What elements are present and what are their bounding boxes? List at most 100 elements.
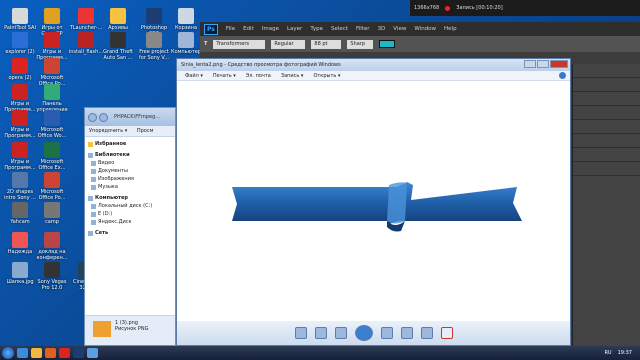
font-size-select[interactable]: 88 pt	[311, 39, 342, 49]
ps-menu-item[interactable]: Window	[414, 26, 436, 32]
viewer-menu-item[interactable]: Открыть ▾	[313, 73, 340, 79]
desktop-icon-image	[110, 8, 126, 24]
viewer-controls	[177, 321, 570, 345]
viewer-menu-item[interactable]: Файл ▾	[185, 73, 203, 79]
close-button[interactable]	[550, 60, 568, 68]
desktop-icon[interactable]: Панель управления	[34, 84, 70, 113]
drive-item[interactable]: Локальный диск (C:)	[85, 202, 175, 210]
photoshop-panels	[572, 64, 640, 346]
taskbar-explorer-icon[interactable]	[31, 348, 42, 358]
library-item[interactable]: Видео	[85, 159, 175, 167]
photo-viewer-window: Sinia_lenta2.png - Средство просмотра фо…	[176, 58, 571, 346]
desktop-icon-image	[44, 110, 60, 126]
desktop-icon[interactable]: Игры и Программ...	[2, 84, 38, 113]
desktop-icon-image	[12, 8, 28, 24]
desktop-icon[interactable]: Free project for Sony V...	[136, 32, 172, 61]
desktop-icon[interactable]: Игры и Программ...	[2, 142, 38, 171]
view-button[interactable]: Просм	[137, 128, 154, 134]
type-tool-icon[interactable]: T	[204, 41, 207, 47]
desktop-icon[interactable]: Архивы	[100, 8, 136, 31]
computer-item[interactable]: Компьютер	[85, 194, 175, 202]
folder-icon	[91, 160, 96, 166]
file-thumbnail	[93, 321, 111, 337]
viewer-menu-item[interactable]: Запись ▾	[281, 73, 304, 79]
ps-menu-item[interactable]: Help	[444, 26, 457, 32]
rotate-left-icon[interactable]	[400, 327, 413, 339]
drive-item[interactable]: Яндекс.Диск	[85, 218, 175, 226]
font-family-select[interactable]: Transformers	[213, 39, 266, 49]
viewer-menu-item[interactable]: Эл. почта	[246, 73, 271, 79]
desktop-icon[interactable]: camp	[34, 202, 70, 225]
start-button[interactable]	[2, 347, 14, 359]
slideshow-button[interactable]	[354, 325, 373, 341]
desktop-icon[interactable]: Шапка.jpg	[2, 262, 38, 285]
desktop-icon[interactable]: Microsoft Office Po...	[34, 58, 70, 87]
next-icon[interactable]	[380, 327, 393, 339]
taskbar-opera-icon[interactable]	[59, 348, 70, 358]
library-item[interactable]: Документы	[85, 167, 175, 175]
libraries-item[interactable]: Библиотеки	[85, 151, 175, 159]
drive-item[interactable]: E (D:)	[85, 210, 175, 218]
favorites-item[interactable]: Избранное	[85, 140, 175, 148]
ps-menu-item[interactable]: 3D	[378, 26, 386, 32]
network-item[interactable]: Сеть	[85, 229, 175, 237]
desktop-icon[interactable]: Корзина	[168, 8, 204, 31]
desktop-icon-image	[146, 32, 162, 48]
ps-menu-item[interactable]: Image	[262, 26, 279, 32]
desktop-icon[interactable]: Sony Vegas Pro 12.0	[34, 262, 70, 291]
desktop-icon[interactable]: PaintTool SAI	[2, 8, 38, 31]
desktop-icon[interactable]: Microsoft Office Po...	[34, 172, 70, 201]
delete-icon[interactable]	[440, 327, 453, 339]
library-item[interactable]: Музыка	[85, 183, 175, 191]
desktop-icon[interactable]: Microsoft Office Ex...	[34, 142, 70, 171]
ps-menu-item[interactable]: Edit	[243, 26, 254, 32]
library-item[interactable]: Изображения	[85, 175, 175, 183]
desktop-icon[interactable]: Надежда	[2, 232, 38, 255]
desktop-icon[interactable]: Компьютер	[168, 32, 204, 55]
maximize-button[interactable]	[537, 60, 549, 68]
desktop-icon-image	[44, 232, 60, 248]
desktop-icon[interactable]: install_flash...	[68, 32, 104, 55]
desktop-icon[interactable]: Игры и Программ...	[34, 32, 70, 61]
taskbar-player-icon[interactable]	[45, 348, 56, 358]
desktop-icon[interactable]: 2D shapes intro Sony ...	[2, 172, 38, 201]
rotate-right-icon[interactable]	[420, 327, 433, 339]
taskbar-photoshop-icon[interactable]	[73, 348, 84, 358]
ps-menu-item[interactable]: Filter	[356, 26, 370, 32]
desktop-icon-image	[44, 58, 60, 74]
zoom-icon[interactable]	[294, 327, 307, 339]
font-style-select[interactable]: Regular	[271, 39, 306, 49]
desktop-icon[interactable]: Grand Theft Auto San ...	[100, 32, 136, 61]
desktop-icon[interactable]: Microsoft Office Wo...	[34, 110, 70, 139]
taskbar-ie-icon[interactable]	[17, 348, 28, 358]
ps-menu-item[interactable]: Select	[331, 26, 348, 32]
organize-button[interactable]: Упорядочить ▾	[89, 128, 127, 134]
clock[interactable]: 19:37	[618, 350, 632, 356]
antialias-select[interactable]: Sharp	[347, 39, 374, 49]
forward-icon[interactable]	[99, 112, 108, 122]
ps-menu-item[interactable]: Type	[310, 26, 323, 32]
minimize-button[interactable]	[524, 60, 536, 68]
ps-menu-item[interactable]: Layer	[287, 26, 302, 32]
help-icon[interactable]	[559, 72, 566, 79]
ps-menu-item[interactable]: File	[226, 26, 235, 32]
desktop-icon[interactable]: opera (2)	[2, 58, 38, 81]
text-color-swatch[interactable]	[379, 40, 396, 48]
taskbar-viewer-icon[interactable]	[87, 348, 98, 358]
address-path[interactable]: PHPACK\FFmpeg...	[114, 114, 160, 120]
desktop-icon-label: Шапка.jpg	[6, 279, 34, 285]
ps-menu-item[interactable]: View	[393, 26, 406, 32]
desktop-icon[interactable]: explorer (2)	[2, 32, 38, 55]
desktop-icon[interactable]: TLauncher-...	[68, 8, 104, 31]
actual-size-icon[interactable]	[314, 327, 327, 339]
viewer-menu-item[interactable]: Печать ▾	[213, 73, 236, 79]
desktop-icon-label: Microsoft Office Po...	[38, 189, 66, 201]
previous-icon[interactable]	[334, 327, 347, 339]
desktop-icon-image	[146, 8, 162, 24]
ribbon-image	[232, 182, 522, 232]
desktop-icon[interactable]: Игры и Программ...	[2, 110, 38, 139]
desktop-icon[interactable]: Yahcam	[2, 202, 38, 225]
back-icon[interactable]	[88, 112, 97, 122]
language-indicator[interactable]: RU	[604, 350, 611, 356]
desktop-icon[interactable]: доклад на конферен...	[34, 232, 70, 261]
